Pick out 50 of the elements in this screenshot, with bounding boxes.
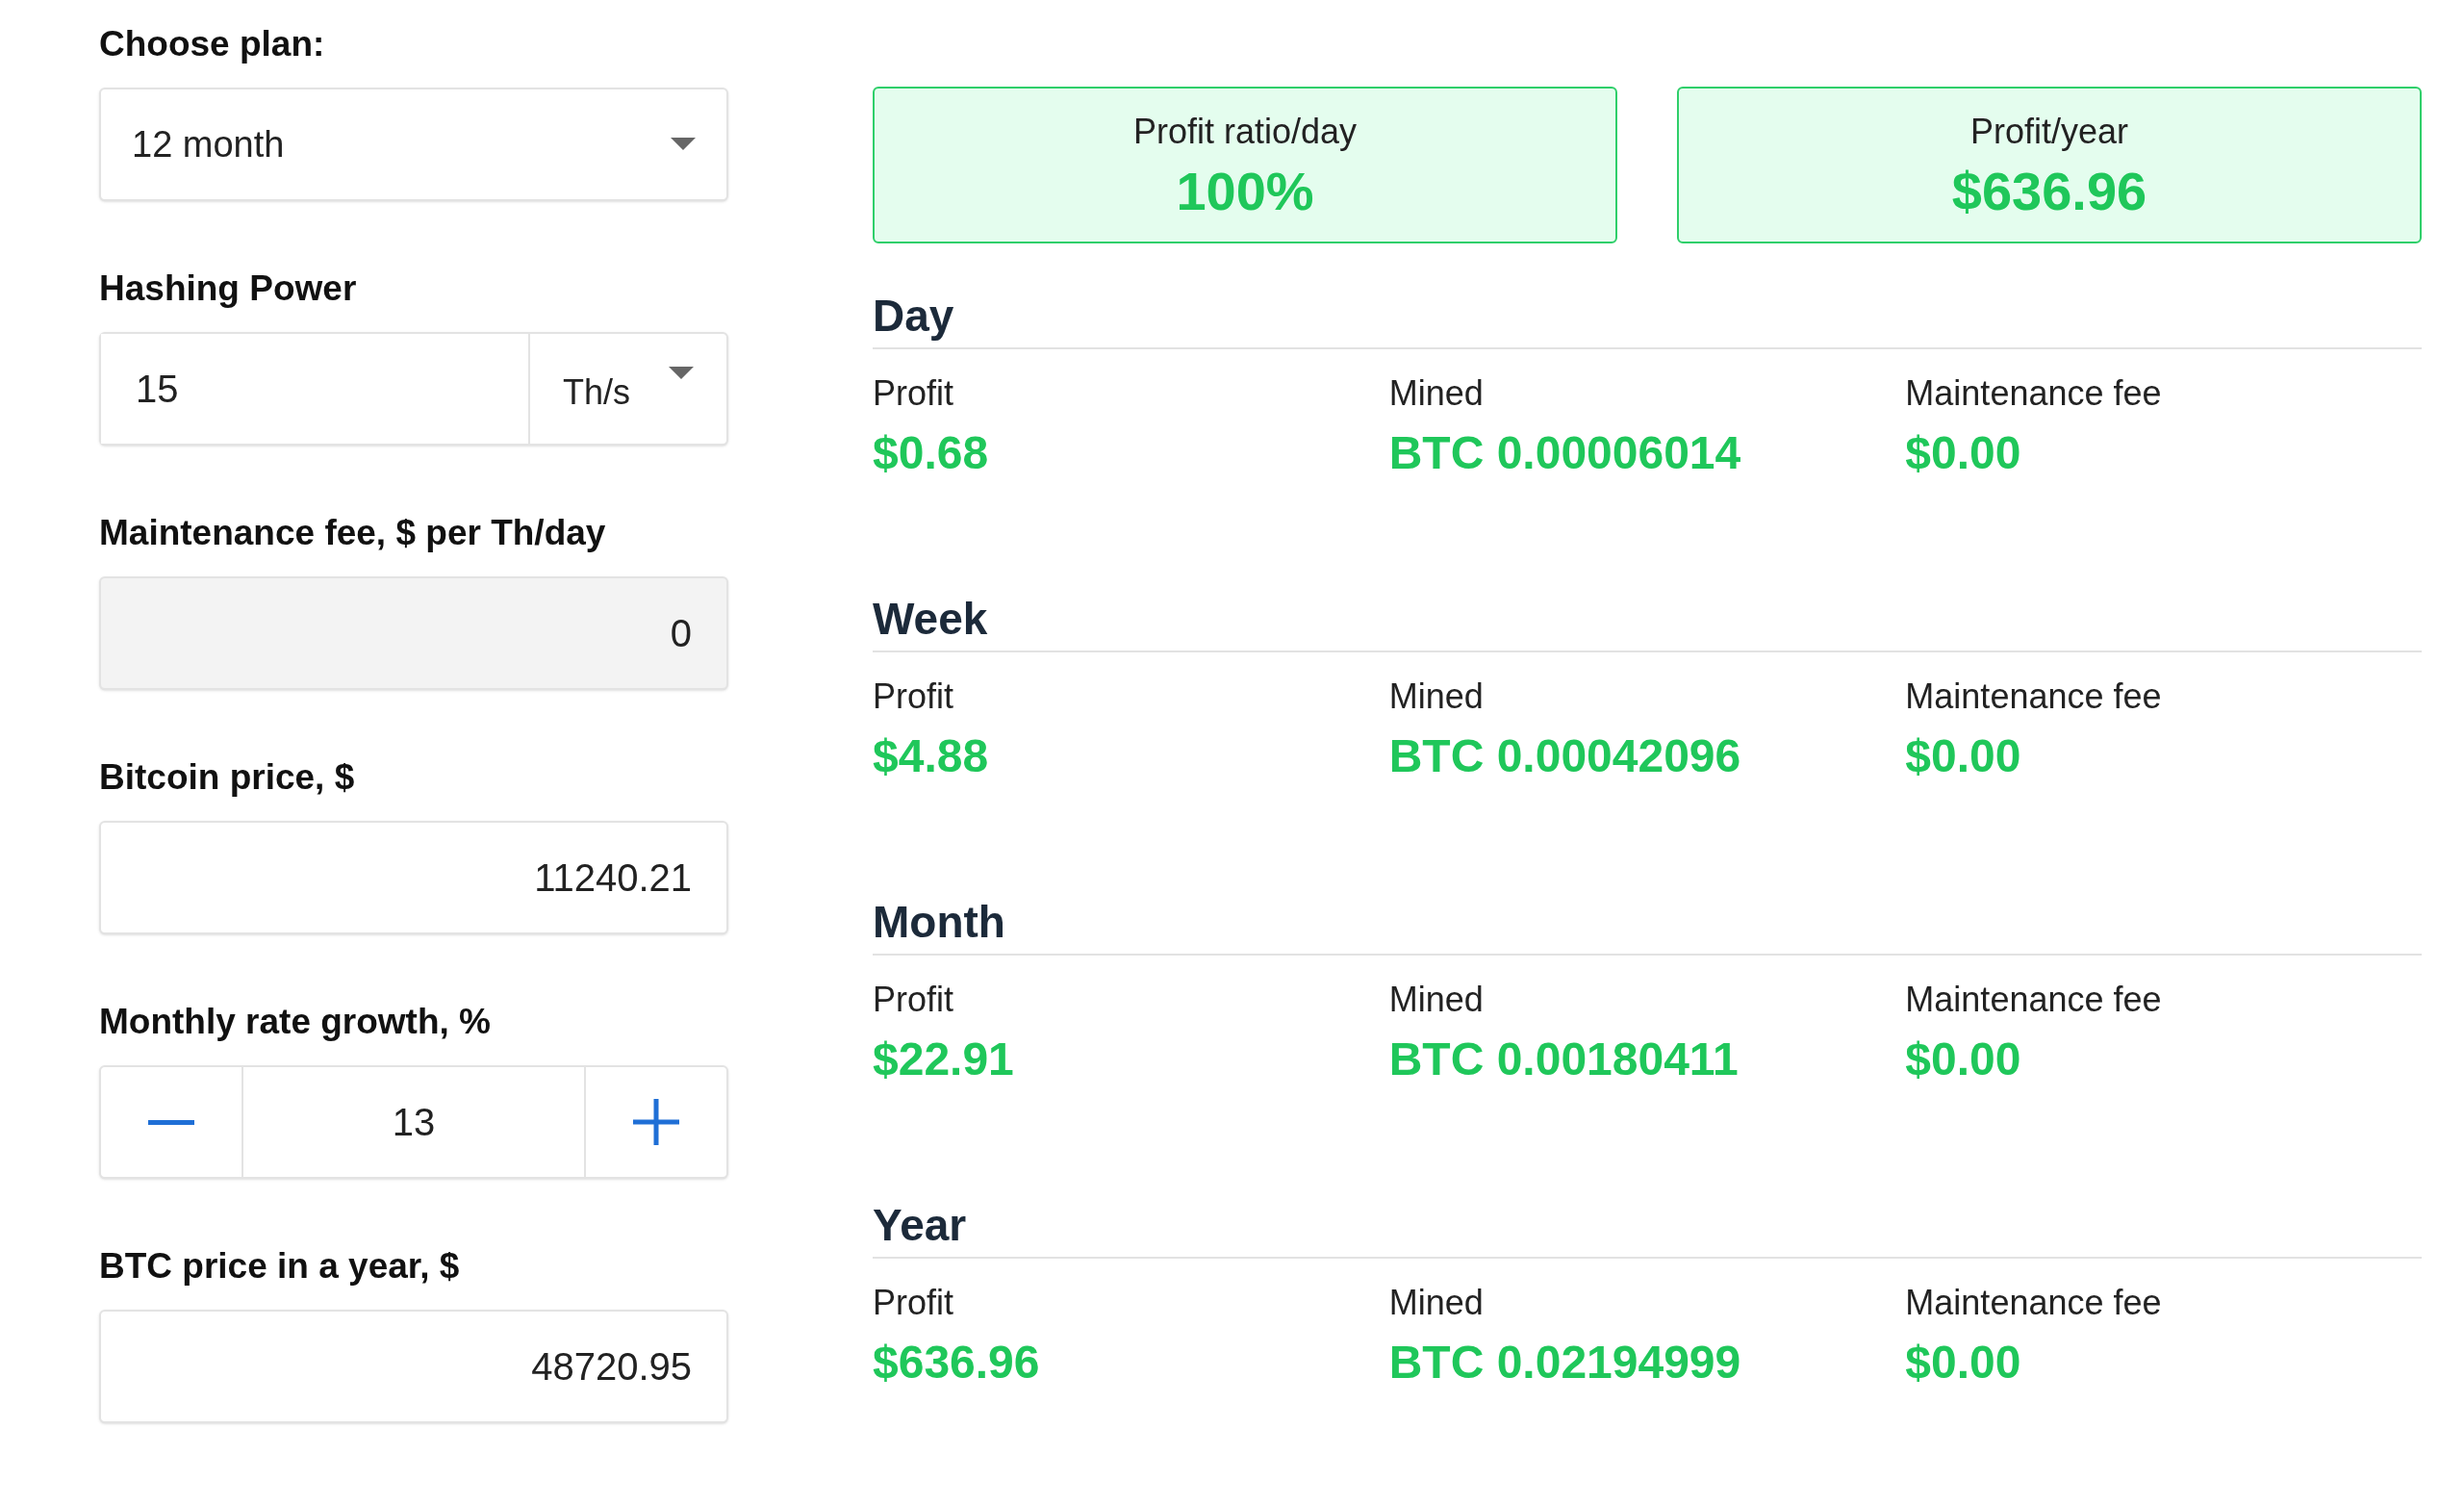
stat-label: Mined (1388, 676, 1484, 718)
input-field[interactable]: 48720.95 (99, 1310, 728, 1423)
input-field[interactable]: 11240.21 (99, 821, 728, 934)
stat-value: $4.88 (873, 729, 989, 783)
period-heading: Month (873, 896, 1006, 949)
stat-label: Profit (873, 979, 954, 1021)
stat-label: Profit (873, 372, 954, 415)
period-heading: Week (873, 593, 989, 646)
stat-label: Maintenance fee (1905, 676, 2162, 718)
stat-value: $636.96 (873, 1336, 1040, 1390)
growth-input[interactable]: 13 (243, 1067, 584, 1177)
hashing-power-control[interactable]: 15 Th/s (99, 332, 728, 446)
stat-value: $0.00 (1905, 729, 2021, 783)
stat-value: $0.00 (1905, 426, 2021, 480)
field-label: Maintenance fee, $ per Th/day (99, 512, 607, 554)
plan-dropdown[interactable]: 12 month (99, 88, 728, 201)
caret-icon (669, 367, 694, 380)
stat-label: Profit (873, 676, 954, 718)
stat-value: BTC 0.00180411 (1388, 1033, 1739, 1086)
field-label: Bitcoin price, $ (99, 756, 356, 799)
minus-icon (148, 1119, 194, 1125)
stat-label: Mined (1388, 1282, 1484, 1324)
field-label: BTC price in a year, $ (99, 1245, 461, 1288)
unit-dropdown[interactable]: Th/s (530, 334, 726, 444)
plus-icon (633, 1099, 679, 1145)
stat-label: Maintenance fee (1905, 372, 2162, 415)
summary-value: $636.96 (1951, 159, 2147, 223)
field-label: Monthly rate growth, % (99, 1001, 492, 1043)
stat-label: Maintenance fee (1905, 979, 2162, 1021)
summary-label: Profit/year (1969, 110, 2129, 153)
stat-label: Mined (1388, 979, 1484, 1021)
stat-value: $22.91 (873, 1033, 1014, 1086)
stat-label: Mined (1388, 372, 1484, 415)
period-heading: Day (873, 290, 955, 343)
stat-value: BTC 0.00006014 (1388, 426, 1741, 480)
stat-value: $0.68 (873, 426, 989, 480)
stepper[interactable]: 13 (99, 1065, 728, 1179)
summary-label: Profit ratio/day (1132, 110, 1358, 153)
caret-icon (671, 138, 696, 151)
stat-value: BTC 0.02194999 (1388, 1336, 1741, 1390)
stat-label: Profit (873, 1282, 954, 1324)
summary-value: 100% (1176, 159, 1314, 223)
stat-value: $0.00 (1905, 1033, 2021, 1086)
hashing-power-input[interactable]: 15 (101, 334, 530, 444)
stat-label: Maintenance fee (1905, 1282, 2162, 1324)
stat-value: BTC 0.00042096 (1388, 729, 1741, 783)
field-label: Choose plan: (99, 23, 326, 65)
period-heading: Year (873, 1199, 968, 1252)
field-label: Hashing Power (99, 268, 358, 310)
stat-value: $0.00 (1905, 1336, 2021, 1390)
